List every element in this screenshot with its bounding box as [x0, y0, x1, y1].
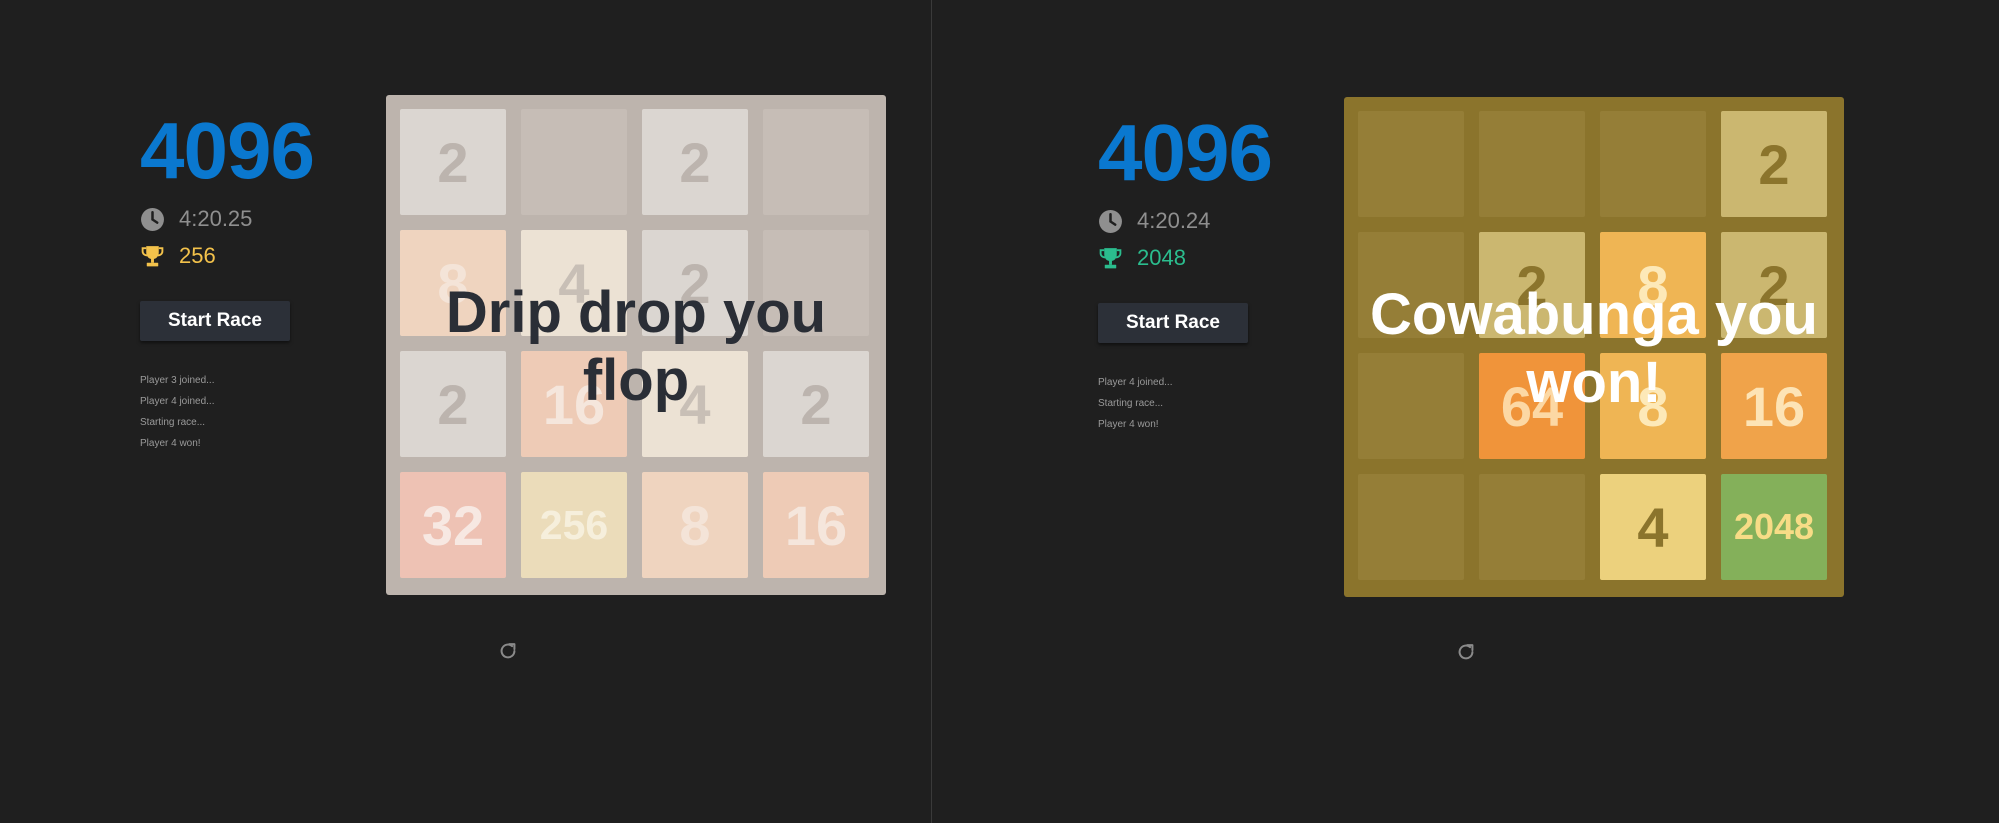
timer-value: 4:20.25: [179, 206, 253, 231]
log-item: Player 4 joined...: [140, 396, 215, 407]
refresh-icon[interactable]: [497, 640, 519, 662]
log-item: Player 4 joined...: [1098, 377, 1173, 388]
clock-icon: [1099, 209, 1122, 233]
race-app: 4096 4:20.25 256 Start Race Player 3 joi…: [0, 0, 1999, 823]
timer-row: 4:20.24: [1098, 208, 1210, 234]
timer-row: 4:20.25: [140, 206, 252, 232]
game-board[interactable]: 2 2 8 2 64 8 16 4 2048 Cowabunga you won!: [1344, 97, 1844, 597]
empty-cell: [1358, 232, 1464, 338]
refresh-icon[interactable]: [1455, 641, 1477, 663]
clock-icon: [141, 207, 164, 231]
tile-4: 4: [521, 230, 627, 336]
tile-2: 2: [642, 109, 748, 215]
tile-8: 8: [1600, 353, 1706, 459]
tile-2: 2: [1721, 232, 1827, 338]
player-panel-left: 4096 4:20.25 256 Start Race Player 3 joi…: [0, 0, 931, 823]
best-tile-value: 2048: [1137, 245, 1186, 270]
empty-cell: [1600, 111, 1706, 217]
tile-2048: 2048: [1721, 474, 1827, 580]
trophy-icon: [1099, 247, 1122, 268]
log-item: Player 4 won!: [140, 438, 201, 449]
event-log: Player 4 joined... Starting race... Play…: [1098, 372, 1173, 435]
log-item: Starting race...: [140, 417, 206, 428]
tile-2: 2: [763, 351, 869, 457]
tile-2: 2: [642, 230, 748, 336]
best-tile-row: 2048: [1098, 245, 1186, 271]
game-board[interactable]: 2 2 8 4 2 2 16 4 2 32 256 8 16 Drip drop you flop: [386, 95, 886, 595]
best-tile-value: 256: [179, 243, 216, 268]
tile-2: 2: [400, 351, 506, 457]
start-race-button[interactable]: Start Race: [1098, 303, 1248, 343]
tile-8: 8: [400, 230, 506, 336]
tile-8: 8: [1600, 232, 1706, 338]
tile-16: 16: [521, 351, 627, 457]
goal-score: 4096: [1098, 108, 1273, 197]
log-item: Player 4 won!: [1098, 419, 1159, 430]
tile-16: 16: [1721, 353, 1827, 459]
tile-64: 64: [1479, 353, 1585, 459]
empty-cell: [1358, 111, 1464, 217]
best-tile-row: 256: [140, 243, 216, 269]
tile-4: 4: [1600, 474, 1706, 580]
panel-divider: [931, 0, 932, 823]
tile-8: 8: [642, 472, 748, 578]
event-log: Player 3 joined... Player 4 joined... St…: [140, 370, 215, 454]
empty-cell: [1358, 474, 1464, 580]
tile-2: 2: [1721, 111, 1827, 217]
tile-4: 4: [642, 351, 748, 457]
goal-score: 4096: [140, 106, 315, 195]
empty-cell: [521, 109, 627, 215]
timer-value: 4:20.24: [1137, 208, 1211, 233]
tile-256: 256: [521, 472, 627, 578]
player-panel-right: 4096 4:20.24 2048 Start Race Player 4 jo…: [958, 0, 1889, 823]
tile-16: 16: [763, 472, 869, 578]
tile-32: 32: [400, 472, 506, 578]
empty-cell: [1358, 353, 1464, 459]
start-race-button[interactable]: Start Race: [140, 301, 290, 341]
empty-cell: [1479, 111, 1585, 217]
log-item: Player 3 joined...: [140, 375, 215, 386]
empty-cell: [763, 109, 869, 215]
empty-cell: [1479, 474, 1585, 580]
trophy-icon: [141, 245, 164, 266]
empty-cell: [763, 230, 869, 336]
tile-2: 2: [400, 109, 506, 215]
tile-2: 2: [1479, 232, 1585, 338]
log-item: Starting race...: [1098, 398, 1164, 409]
